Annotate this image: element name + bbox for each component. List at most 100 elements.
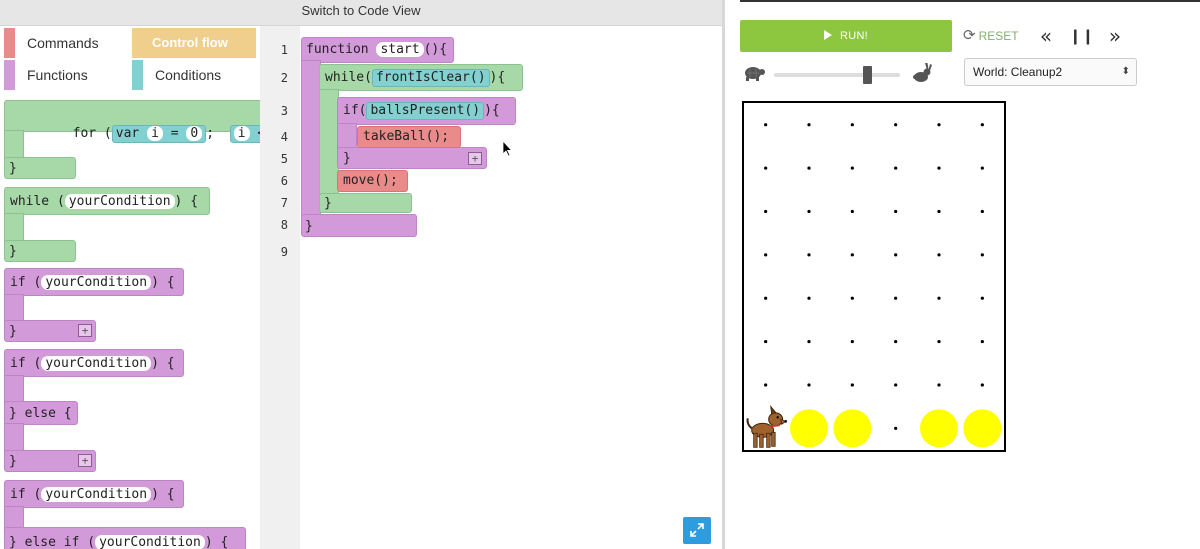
category-commands-tab[interactable]: Commands [4,28,126,58]
else-if-tail: ) { [204,535,229,549]
step-forward-button[interactable]: » [1103,24,1127,48]
grid-corner-dot [937,383,941,387]
for-start-value[interactable]: 0 [186,126,203,141]
pause-button[interactable]: ❙❙ [1069,24,1094,48]
grid-corner-dot [764,166,768,170]
run-button[interactable]: RUN! [740,20,952,52]
world-canvas [746,123,1002,448]
take-ball-command-block[interactable]: takeBall(); [357,126,461,148]
line-number: 4 [280,130,288,144]
function-name[interactable]: start [376,42,424,57]
if-add-else-button[interactable]: + [78,324,92,337]
take-ball-text: takeBall(); [363,129,450,144]
editor-if-close-brace: } [343,151,351,166]
for-cond-var[interactable]: i [233,126,250,141]
front-is-clear-condition[interactable]: frontIsClear() [371,69,490,87]
line-number: 6 [280,174,288,188]
category-conditions-label: Conditions [155,67,222,83]
grid-corner-dot [937,296,941,300]
if-tail: ) { [151,275,175,290]
if-else-if-tail: ) { [151,487,175,502]
else-if-condition-slot[interactable]: yourCondition [95,535,205,549]
line-number: 7 [280,196,288,210]
if-condition-slot[interactable]: yourCondition [41,275,152,290]
editor-while-keyword: while( [325,70,372,85]
grid-corner-dot [980,123,984,127]
line-number: 8 [280,218,288,232]
grid-corner-dot [807,296,811,300]
rabbit-icon [913,63,932,82]
for-close-brace: } [9,161,17,176]
category-control-flow-tab[interactable]: Control flow [132,28,256,58]
expand-editor-button[interactable] [683,517,711,544]
grid-corner-dot [764,123,768,127]
if-else-tail: ) { [151,356,175,371]
grid-corner-dot [980,296,984,300]
grid-corner-dot [850,123,854,127]
move-command-block[interactable]: move(); [337,170,408,192]
grid-corner-dot [980,166,984,170]
for-keyword: for ( [72,126,112,141]
editor-if-keyword: if( [343,103,367,118]
grid-corner-dot [980,383,984,387]
grid-corner-dot [894,296,898,300]
grid-corner-dot [937,209,941,214]
else-if-keyword: } else if ( [9,535,96,549]
speed-slider-track[interactable] [774,73,900,77]
grid-corner-dot [980,253,984,257]
grid-corner-dot [764,253,768,257]
world-select[interactable]: World: Cleanup2 ⬍ [964,58,1137,86]
grid-corner-dot [894,123,898,127]
category-commands-label: Commands [27,35,99,51]
reset-button[interactable]: ⟳ RESET [963,27,1019,45]
speed-slider-thumb[interactable] [862,66,872,84]
grid-corner-dot [850,166,854,170]
reset-label: RESET [978,29,1019,43]
commands-color-swatch [4,28,15,58]
if-else-condition-slot[interactable]: yourCondition [41,356,152,371]
while-keyword: while ( [10,194,65,209]
ball [963,409,1002,448]
grid-corner-dot [764,339,768,344]
toolbox: for (var i = 0; i < 5; i+ } while (yourC… [0,95,260,549]
refresh-icon: ⟳ [963,27,976,44]
grid-corner-dot [937,123,941,127]
category-functions-tab[interactable]: Functions [4,60,126,90]
if-else-if-condition-slot[interactable]: yourCondition [41,487,152,502]
if-else-add-button[interactable]: + [78,454,92,467]
editor-while-close-brace: } [324,196,332,211]
function-keyword: function [306,42,369,57]
editor-if-add-else-button[interactable]: + [468,152,482,165]
functions-color-swatch [4,60,15,90]
for-semicolon: ; [206,126,215,141]
grid-corner-dot [850,296,854,300]
grid-corner-dot [894,383,898,387]
editor-if-tail: ){ [484,103,500,118]
grid-corner-dot [764,296,768,300]
grid-corner-dot [894,253,898,257]
turtle-icon [745,67,765,81]
if-keyword: if ( [10,275,42,290]
balls-present-condition[interactable]: ballsPresent() [366,102,485,120]
play-icon [823,30,832,40]
grid-corner-dot [807,166,811,170]
for-var-keyword: var [115,126,140,141]
category-conditions-tab[interactable]: Conditions [132,60,256,90]
grid-corner-dot [807,383,811,387]
grid-corner-dot [850,383,854,387]
line-number: 5 [280,152,288,166]
line-number: 3 [280,104,288,118]
while-tail: ) { [174,194,199,209]
switch-to-code-view-button[interactable]: Switch to Code View [0,0,722,26]
ball [833,409,872,448]
for-var-name[interactable]: i [147,126,163,141]
line-number: 9 [280,245,288,259]
grid-corner-dot [894,209,898,214]
if-else-close-brace: } [9,454,17,469]
step-back-button[interactable]: « [1034,24,1058,48]
grid-corner-dot [850,339,854,344]
grid-corner-dot [894,426,898,430]
panel-divider[interactable] [722,0,725,549]
grid-corner-dot [807,253,811,257]
while-condition-slot[interactable]: yourCondition [64,194,175,209]
